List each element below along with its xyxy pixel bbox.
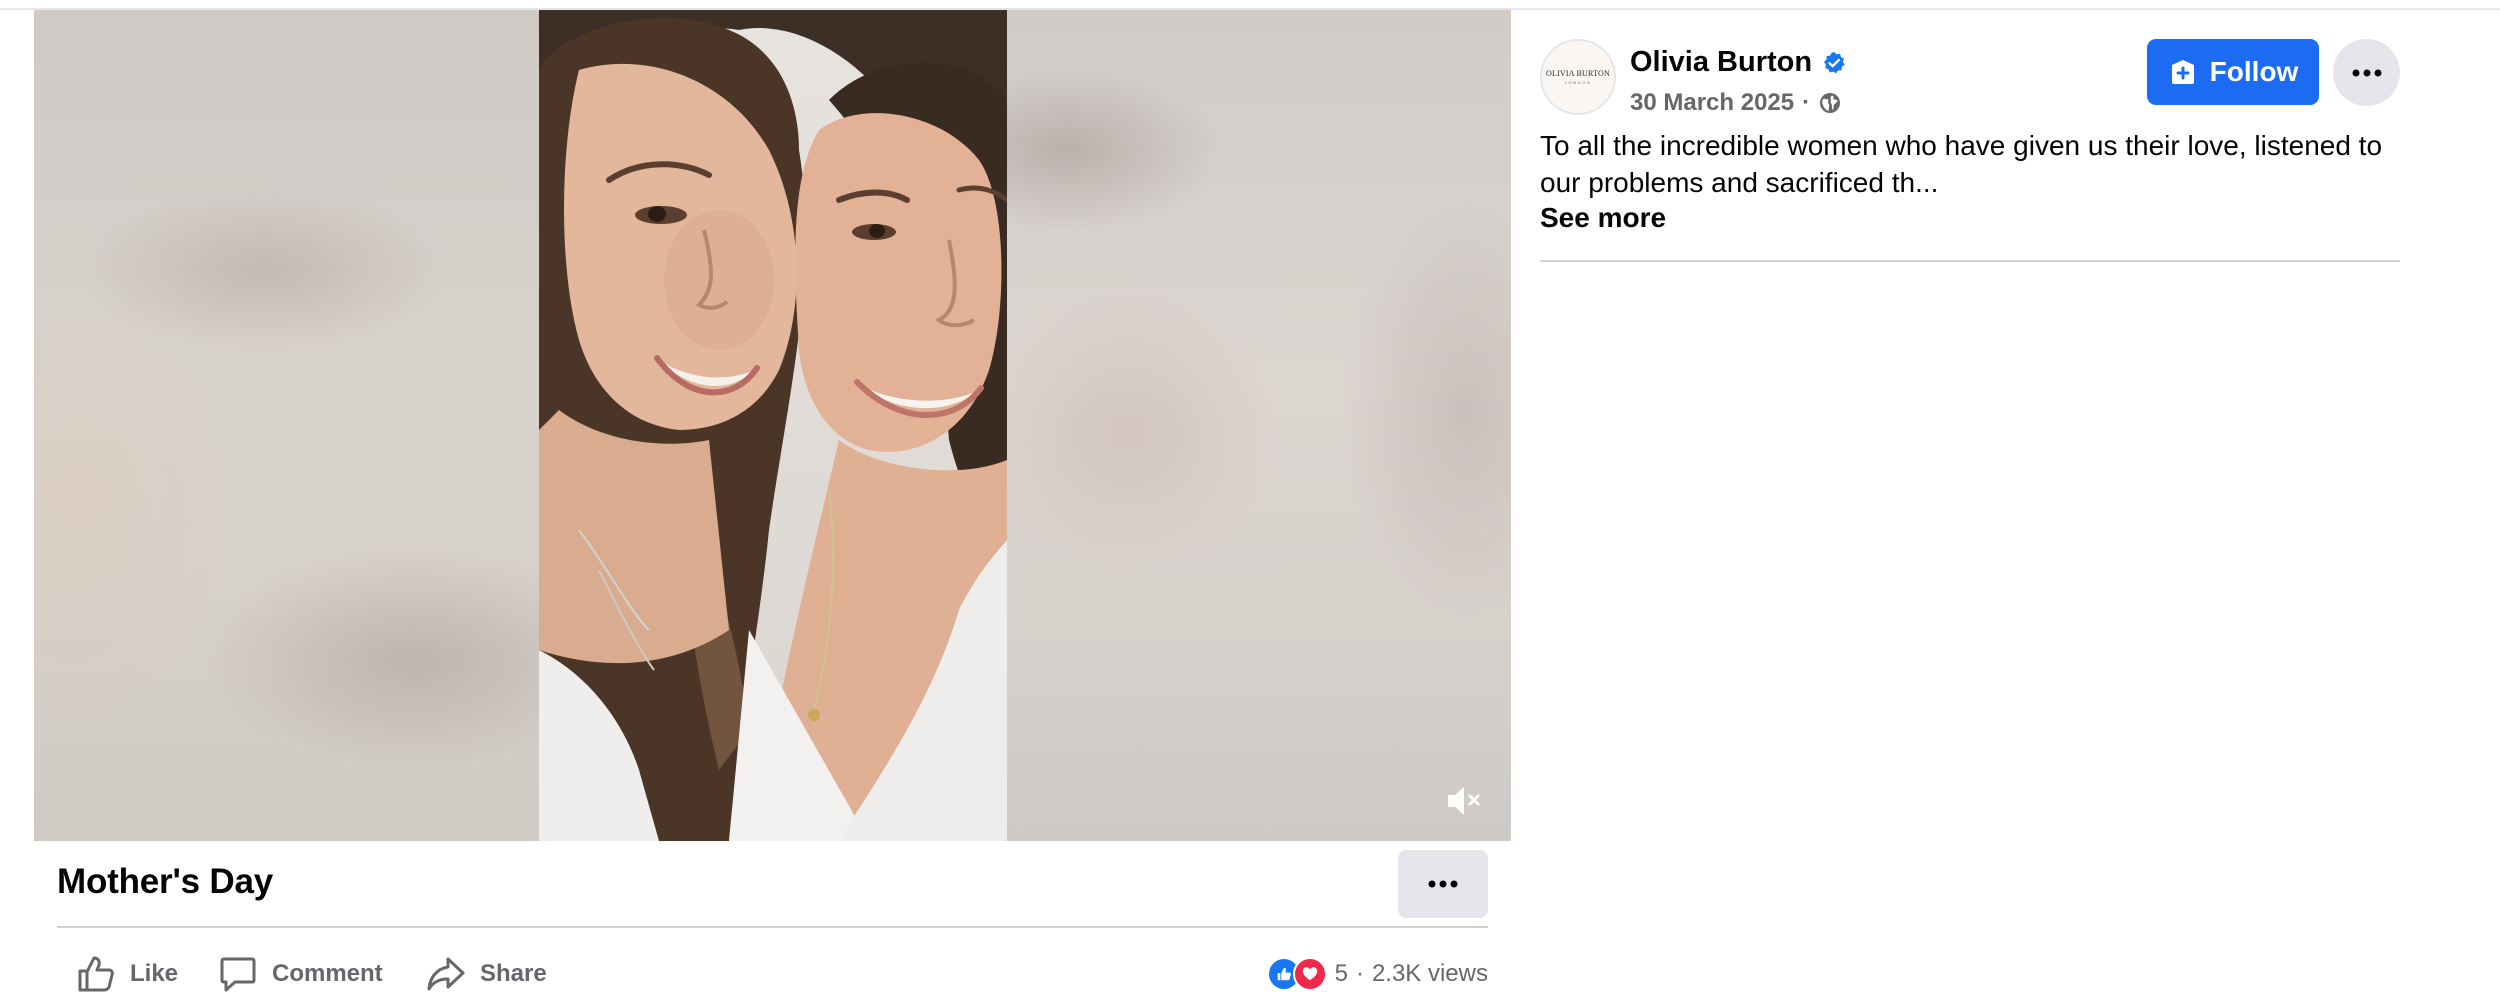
- video-frame-illustration: [539, 10, 1007, 841]
- meta-separator: ·: [1802, 89, 1811, 116]
- comment-icon: [220, 957, 256, 992]
- video-player[interactable]: [34, 10, 1511, 841]
- comment-label: Comment: [272, 960, 383, 987]
- video-blur-right: [1007, 10, 1511, 841]
- post-stats: 5 · 2.3K views: [1266, 952, 1488, 996]
- comment-button[interactable]: Comment: [218, 952, 383, 996]
- like-label: Like: [130, 960, 179, 987]
- verified-badge-icon: [1824, 51, 1845, 73]
- more-horizontal-icon: [1428, 880, 1458, 888]
- see-more-link[interactable]: See more: [1540, 202, 1666, 234]
- post-options-button[interactable]: [1398, 850, 1488, 918]
- reaction-count[interactable]: 5: [1335, 960, 1348, 988]
- video-frame: [539, 10, 1007, 841]
- follow-button[interactable]: Follow: [2147, 39, 2319, 105]
- top-divider: [0, 0, 2500, 10]
- speaker-muted-icon: [1448, 787, 1480, 815]
- reaction-icons[interactable]: [1266, 957, 1327, 991]
- divider: [57, 926, 1488, 928]
- views-count: 2.3K views: [1371, 960, 1488, 987]
- author-row: Olivia Burton: [1630, 46, 1846, 79]
- love-reaction-icon: [1292, 957, 1327, 991]
- page-options-button[interactable]: [2333, 39, 2400, 106]
- avatar-logo-subtext: LONDON: [1564, 80, 1592, 85]
- follow-label: Follow: [2209, 56, 2299, 87]
- share-button[interactable]: Share: [426, 952, 547, 996]
- post-title: Mother's Day: [57, 862, 273, 901]
- stats-separator: ·: [1355, 960, 1364, 987]
- author-name[interactable]: Olivia Burton: [1630, 46, 1812, 79]
- like-button[interactable]: Like: [76, 952, 178, 996]
- thumbs-up-icon: [78, 956, 114, 992]
- add-follow-icon: [2171, 60, 2194, 84]
- post-meta: 30 March 2025 ·: [1630, 89, 1842, 117]
- post-date[interactable]: 30 March 2025: [1630, 89, 1794, 117]
- mute-button[interactable]: [1439, 777, 1487, 825]
- globe-icon: [1820, 93, 1841, 113]
- share-label: Share: [480, 960, 547, 987]
- more-horizontal-icon: [2352, 69, 2381, 76]
- avatar[interactable]: OLIVIA BURTON LONDON: [1540, 39, 1616, 115]
- post-caption: To all the incredible women who have giv…: [1540, 130, 2383, 198]
- share-icon: [427, 957, 465, 991]
- avatar-logo-text: OLIVIA BURTON: [1546, 69, 1610, 78]
- divider: [1540, 260, 2400, 262]
- video-blur-left: [34, 10, 539, 841]
